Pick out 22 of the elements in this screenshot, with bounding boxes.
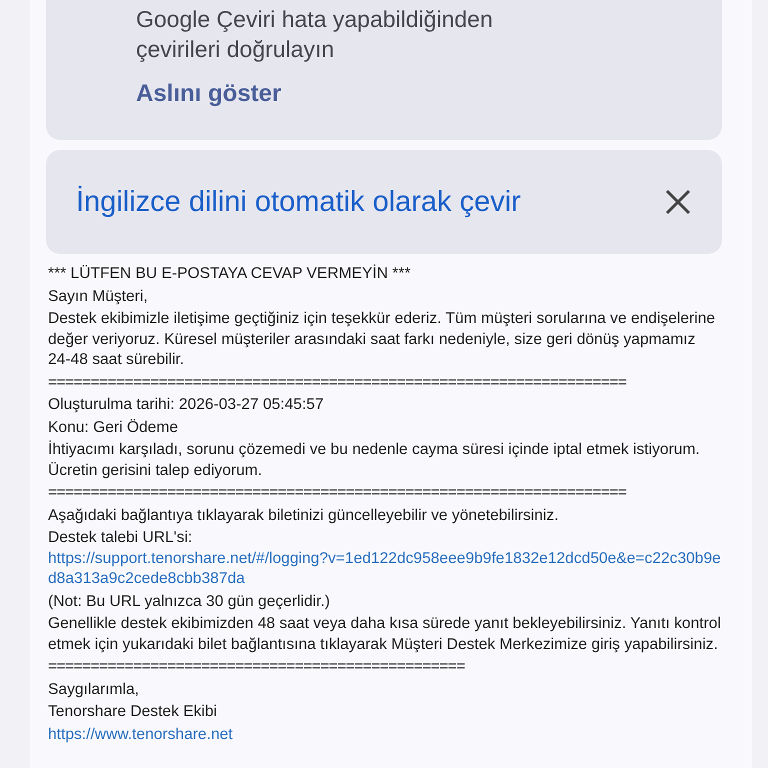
separator-line: ====================================================================	[48, 483, 628, 503]
email-text: Tenorshare Destek Ekibi	[48, 702, 218, 722]
email-text: Konu: Geri Ödeme	[48, 418, 180, 438]
email-text: Sayın Müşteri,	[48, 286, 149, 306]
email-text: *** LÜTFEN BU E-POSTAYA CEVAP VERMEYİN ***	[48, 264, 412, 284]
email-text: (Not: Bu URL yalnızca 30 gün geçerlidir.)	[48, 592, 331, 612]
email-text: Genellikle destek ekibimizden 48 saat veya daha kısa sürede yanıt bekleyebilirsiniz. Yanıtı kontrol etmek için yukarıdaki bilet bağlantısına tıklayarak Müşteri Destek Merkezimize giriş yapabilirsiniz.	[48, 614, 722, 654]
close-button[interactable]	[664, 188, 692, 216]
auto-translate-link[interactable]: İngilizce dilini otomatik olarak çevir	[76, 186, 521, 218]
translation-warning: Google Çeviri hata yapabildiğinden çevirileri doğrulayın	[136, 5, 494, 64]
website-link[interactable]: https://www.tenorshare.net	[48, 726, 233, 742]
email-text: Aşağıdaki bağlantıya tıklayarak biletinizi güncelleyebilir ve yönetebilirsiniz.	[48, 506, 560, 526]
close-icon	[664, 188, 692, 216]
ticket-link[interactable]: https://support.tenorshare.net/#/logging?v=1ed122dc958eee9b9fe1832e12dcd50e&e=c22c30b9ed8a313a9c2cede8cbb387da	[48, 548, 722, 590]
email-text: Oluşturulma tarihi: 2026-03-27 05:45:57	[48, 395, 325, 415]
email-text: Saygılarımla,	[48, 680, 140, 700]
ticket-url-label: Destek talebi URL'si:	[48, 529, 192, 546]
separator-line: =================================================	[48, 657, 466, 677]
separator-line: ====================================================================	[48, 372, 628, 392]
email-text: Destek ekibimizle iletişime geçtiğiniz için teşekkür ederiz. Tüm müşteri sorularına ve endişelerine değer veriyoruz. Küresel müşteriler arasındaki saat farkı nedeniyle, size geri dönüş yapmamız 24-48 saat sürebilir.	[48, 309, 716, 370]
email-text: İhtiyacımı karşıladı, sorunu çözemedi ve bu nedenle cayma süresi içinde iptal etmek istiyorum. Ücretin gerisini talep ediyorum.	[48, 440, 701, 480]
show-original-link[interactable]: Aslını göster	[136, 78, 282, 110]
